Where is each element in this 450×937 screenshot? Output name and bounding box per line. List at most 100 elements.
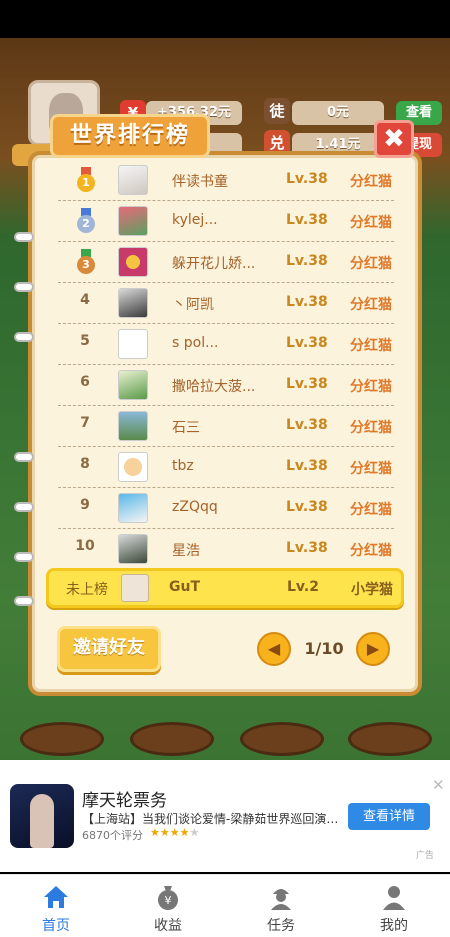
ring [14,596,34,606]
stump [348,722,432,756]
home-icon [44,886,68,908]
tab-earnings[interactable]: ¥ 收益 [112,875,224,937]
player-title: 分红猫 [350,215,392,231]
ad-description[interactable]: 【上海站】当我们谈论爱情-梁静茹世界巡回演唱... [82,810,344,827]
player-name: 丶阿凯 [172,297,214,313]
ring [14,332,34,342]
svg-text:¥: ¥ [165,894,172,907]
player-name: tbz [172,458,194,474]
tab-home[interactable]: 首页 [0,875,112,937]
player-name: zZQqq [172,499,218,515]
my-rank: 未上榜 [66,582,108,598]
tab-label: 我的 [380,918,408,934]
invite-friends-button[interactable]: 邀请好友 [57,626,161,672]
rank-number: 5 [80,333,90,349]
leaderboard-row[interactable]: 7 石三 Lv.38 分红猫 [58,406,394,447]
leaderboard-title: 世界排行榜 [50,114,210,158]
player-name: 伴读书童 [172,174,228,190]
player-title: 分红猫 [350,174,392,190]
player-level: Lv.38 [286,171,328,187]
player-title: 分红猫 [350,543,392,559]
tab-profile[interactable]: 我的 [338,875,450,937]
my-level: Lv.2 [287,579,319,595]
tab-label: 任务 [267,918,295,934]
my-avatar [121,574,149,602]
player-title: 分红猫 [350,379,392,395]
player-level: Lv.38 [286,212,328,228]
rank-number: 9 [80,497,90,513]
tu-label: 徒 [264,98,290,124]
bronze-medal-icon: 3 [76,249,96,275]
tab-label: 首页 [42,918,70,934]
page-indicator: 1/10 [304,639,344,658]
gold-medal-icon: 1 [76,167,96,193]
my-title: 小学猫 [351,582,393,598]
notebook-rings [14,232,34,612]
bottom-tab-bar: 首页 ¥ 收益 任务 我的 [0,874,450,937]
player-title: 分红猫 [350,420,392,436]
money-bag-icon: ¥ [158,886,178,910]
leaderboard-row[interactable]: 6 撒哈拉大菠... Lv.38 分红猫 [58,365,394,406]
prev-page-button[interactable]: ◀ [257,632,291,666]
rank-number: 8 [80,456,90,472]
leaderboard-row[interactable]: 9 zZQqq Lv.38 分红猫 [58,488,394,529]
leaderboard-row[interactable]: 1 伴读书童 Lv.38 分红猫 [58,160,394,201]
tab-tasks[interactable]: 任务 [225,875,337,937]
ring [14,452,34,462]
leaderboard-row[interactable]: 4 丶阿凯 Lv.38 分红猫 [58,283,394,324]
avatar [118,452,148,482]
avatar [118,288,148,318]
dui-label: 兑 [264,130,290,156]
avatar [118,329,148,359]
player-title: 分红猫 [350,502,392,518]
player-title: 分红猫 [350,256,392,272]
ring [14,282,34,292]
player-level: Lv.38 [286,294,328,310]
ad-close-icon[interactable]: ✕ [432,776,445,794]
rank-number: 6 [80,374,90,390]
tu-value: 0元 [292,101,384,125]
ad-view-details-button[interactable]: 查看详情 [348,803,430,830]
tab-label: 收益 [154,918,182,934]
avatar [118,165,148,195]
stump [130,722,214,756]
ad-banner[interactable]: 摩天轮票务 【上海站】当我们谈论爱情-梁静茹世界巡回演唱... 6870个评分 … [0,760,450,872]
avatar [118,534,148,564]
worker-icon [271,889,291,910]
rank-number: 7 [80,415,90,431]
my-name: GuT [169,579,201,595]
player-level: Lv.38 [286,540,328,556]
player-title: 分红猫 [350,461,392,477]
player-name: 星浩 [172,543,200,559]
ring [14,232,34,242]
ad-rating-count: 6870个评分 [82,829,143,842]
tree-stumps [0,722,450,758]
leaderboard-row[interactable]: 2 kylej... Lv.38 分红猫 [58,201,394,242]
ad-title[interactable]: 摩天轮票务 [82,786,167,811]
ring [14,552,34,562]
rank-number: 4 [80,292,90,308]
avatar [118,247,148,277]
star-rating-icon: ★★★★★ [150,826,200,839]
close-button[interactable]: ✖ [374,120,414,158]
leaderboard-row[interactable]: 5 s pol... Lv.38 分红猫 [58,324,394,365]
avatar [118,370,148,400]
player-name: kylej... [172,212,218,228]
player-level: Lv.38 [286,499,328,515]
leaderboard-row[interactable]: 10 星浩 Lv.38 分红猫 [58,529,394,570]
leaderboard-row[interactable]: 3 躲开花儿娇... Lv.38 分红猫 [58,242,394,283]
rank-number: 10 [75,538,95,554]
player-name: 石三 [172,420,200,436]
avatar [118,493,148,523]
my-rank-row[interactable]: 未上榜 GuT Lv.2 小学猫 [46,568,404,608]
player-level: Lv.38 [286,253,328,269]
stump [20,722,104,756]
player-name: 撒哈拉大菠... [172,379,256,395]
next-page-button[interactable]: ▶ [356,632,390,666]
player-level: Lv.38 [286,458,328,474]
dui-value: 1.41元 [292,133,384,157]
ad-image[interactable] [10,784,74,848]
player-title: 分红猫 [350,338,392,354]
leaderboard-row[interactable]: 8 tbz Lv.38 分红猫 [58,447,394,488]
player-level: Lv.38 [286,417,328,433]
